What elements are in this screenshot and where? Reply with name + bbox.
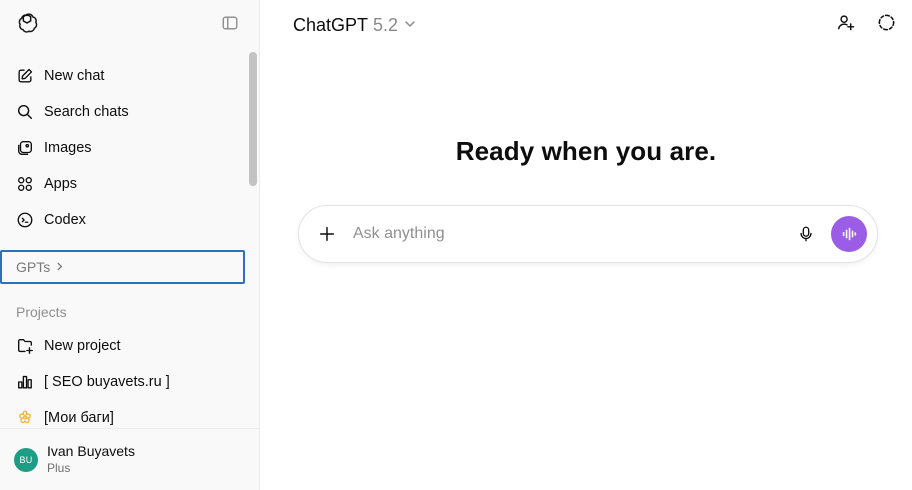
images-icon — [16, 139, 34, 157]
model-selector[interactable]: ChatGPT 5.2 — [293, 15, 417, 36]
waveform-icon — [842, 227, 857, 241]
sidebar-item-label: [ SEO buyavets.ru ] — [44, 374, 170, 390]
header-actions — [836, 13, 896, 37]
prompt-input[interactable] — [353, 225, 795, 243]
new-chat-icon — [16, 67, 34, 85]
sidebar-item-search-chats[interactable]: Search chats — [0, 94, 259, 130]
sidebar-item-apps[interactable]: Apps — [0, 166, 259, 202]
projects-heading: Projects — [16, 304, 67, 320]
chevron-down-icon — [403, 15, 417, 36]
voice-mode-button[interactable] — [831, 216, 867, 252]
sidebar-item-label: Search chats — [44, 104, 129, 120]
add-attachment-button[interactable] — [317, 224, 337, 244]
sidebar-item-codex[interactable]: Codex — [0, 202, 259, 238]
sidebar-header — [0, 0, 259, 50]
sidebar-item-gpts[interactable]: GPTs — [0, 250, 245, 284]
codex-icon — [16, 211, 34, 229]
microphone-icon — [800, 226, 812, 242]
bar-chart-icon — [16, 373, 34, 391]
add-person-icon[interactable] — [836, 13, 855, 37]
projects-list: New project [ SEO buyavets.ru ] [Мои баг… — [0, 328, 259, 428]
sidebar-item-label: New chat — [44, 68, 105, 84]
user-info: Ivan Buyavets Plus — [47, 443, 135, 476]
sidebar-item-new-project[interactable]: New project — [0, 328, 259, 364]
sidebar-item-project-seo[interactable]: [ SEO buyavets.ru ] — [0, 364, 259, 400]
sidebar-item-label: Apps — [44, 176, 78, 192]
main-header: ChatGPT 5.2 — [260, 0, 912, 50]
sidebar-scroll-area: New chat Search chats Images Apps Codex … — [0, 50, 259, 428]
flower-icon — [16, 409, 34, 427]
sidebar-toggle-icon[interactable] — [221, 14, 239, 37]
sidebar-item-label: Images — [44, 140, 92, 156]
sidebar-item-new-chat[interactable]: New chat — [0, 58, 259, 94]
search-icon — [16, 103, 34, 121]
openai-logo-icon[interactable] — [16, 12, 38, 39]
new-folder-icon — [16, 337, 34, 355]
avatar: BU — [14, 447, 38, 472]
page-title: Ready when you are. — [455, 136, 717, 166]
user-name: Ivan Buyavets — [47, 443, 135, 459]
model-version: 5.2 — [373, 14, 399, 35]
temporary-chat-icon[interactable] — [877, 13, 896, 37]
sidebar-item-label: Codex — [44, 212, 86, 228]
sidebar: New chat Search chats Images Apps Codex … — [0, 0, 260, 490]
app-window: New chat Search chats Images Apps Codex … — [0, 0, 912, 490]
sidebar-scrollbar[interactable] — [249, 52, 257, 186]
chevron-right-icon — [54, 259, 65, 275]
apps-icon — [16, 175, 34, 193]
model-name: ChatGPT — [293, 14, 369, 35]
dictate-button[interactable] — [795, 223, 817, 245]
sidebar-nav: New chat Search chats Images Apps Codex — [0, 50, 259, 238]
sidebar-item-label: [Мои баги] — [44, 410, 114, 426]
prompt-composer — [298, 205, 878, 263]
sidebar-item-label: New project — [44, 338, 121, 354]
sidebar-item-images[interactable]: Images — [0, 130, 259, 166]
user-plan: Plus — [47, 461, 71, 475]
user-account[interactable]: BU Ivan Buyavets Plus — [0, 428, 259, 490]
sidebar-item-project-bugs[interactable]: [Мои баги] — [0, 400, 259, 428]
main-area: ChatGPT 5.2 Ready when you are. Ask anyt… — [260, 0, 912, 490]
gpts-label: GPTs — [16, 259, 51, 275]
